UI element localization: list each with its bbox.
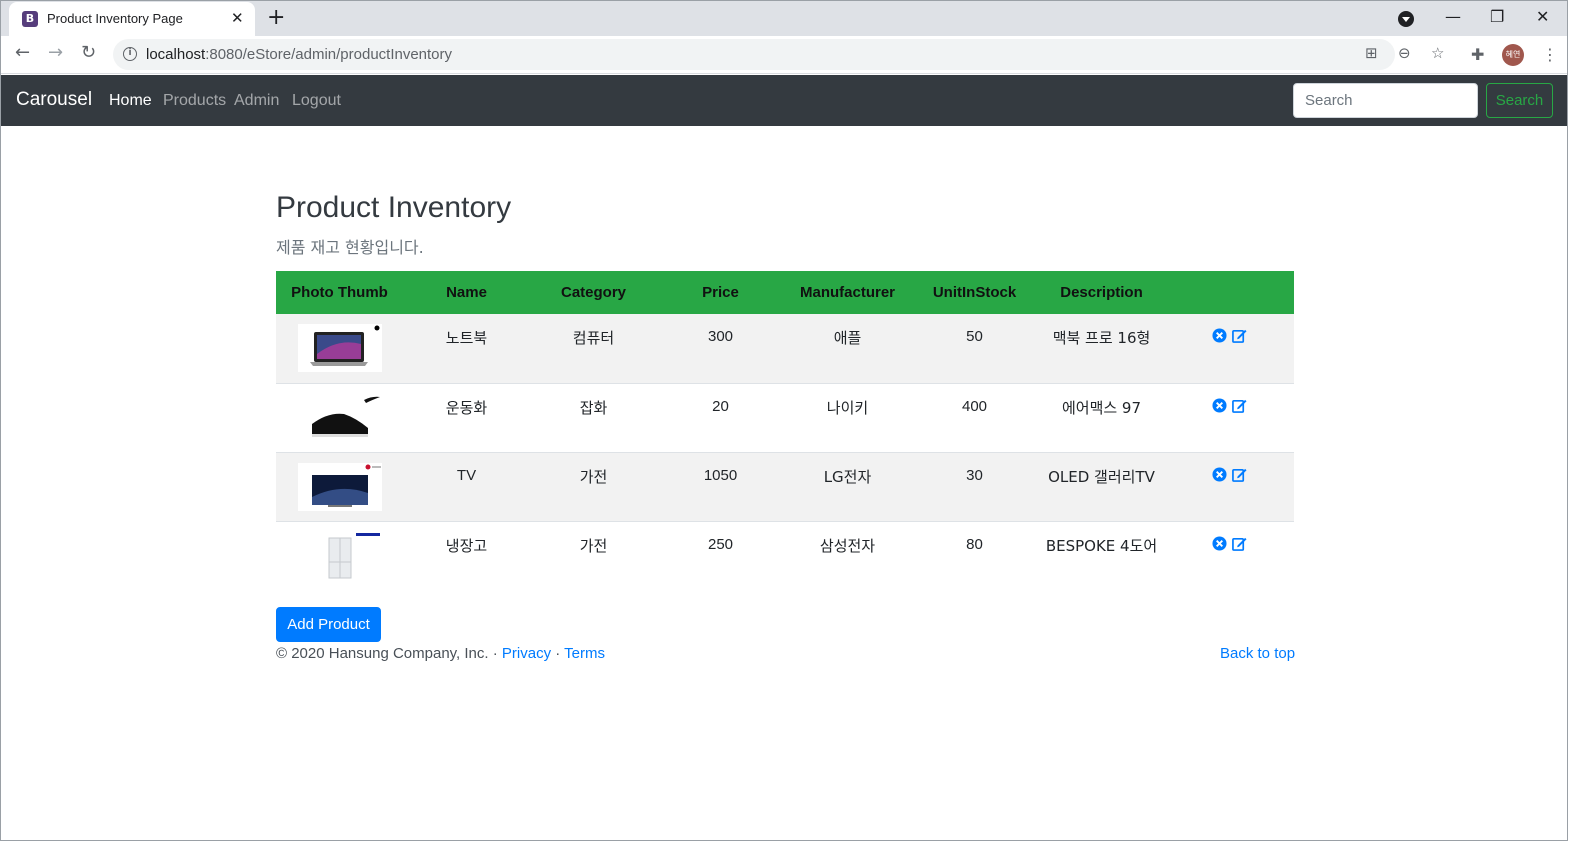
cell-name: 노트북	[403, 314, 530, 383]
cell-category: 가전	[530, 520, 657, 590]
url-text[interactable]: localhost:8080/eStore/admin/productInven…	[146, 46, 452, 63]
zoom-icon[interactable]: ⊖	[1398, 44, 1411, 62]
new-tab-icon[interactable]: +	[267, 5, 285, 30]
cell-category: 잡화	[530, 382, 657, 452]
header-manufacturer: Manufacturer	[784, 271, 911, 314]
cell-name: TV	[403, 451, 530, 521]
close-window-icon[interactable]: ✕	[1536, 7, 1549, 26]
cell-price: 1050	[657, 451, 784, 521]
search-input[interactable]	[1293, 83, 1478, 118]
cell-description: 에어맥스 97	[1038, 382, 1165, 452]
cell-description: OLED 갤러리TV	[1038, 451, 1165, 521]
bookmark-star-icon[interactable]: ☆	[1431, 44, 1444, 62]
address-bar[interactable]: i localhost:8080/eStore/admin/productInv…	[113, 39, 1444, 70]
cell-name: 냉장고	[403, 520, 530, 590]
edit-icon[interactable]	[1232, 467, 1247, 482]
cell-price: 300	[657, 314, 784, 383]
cell-manufacturer: 애플	[784, 314, 911, 383]
table-row: 냉장고 가전 250 삼성전자 80 BESPOKE 4도어	[276, 520, 1294, 590]
back-to-top-link[interactable]: Back to top	[1220, 645, 1295, 662]
thumb-cell	[276, 451, 403, 521]
edit-icon[interactable]	[1232, 536, 1247, 551]
back-arrow-icon[interactable]: ←	[15, 42, 30, 63]
nav-logout[interactable]: Logout	[292, 92, 341, 110]
reload-icon[interactable]: ↻	[81, 42, 96, 63]
delete-icon[interactable]	[1212, 466, 1227, 482]
table-header-row: Photo Thumb Name Category Price Manufact…	[276, 271, 1294, 314]
edit-icon[interactable]	[1232, 328, 1247, 343]
search-button[interactable]: Search	[1486, 83, 1553, 118]
fridge-thumbnail[interactable]	[297, 531, 382, 580]
thumb-cell	[276, 314, 403, 383]
nav-home[interactable]: Home	[109, 92, 152, 110]
thumb-cell	[276, 382, 403, 452]
privacy-link[interactable]: Privacy	[502, 645, 551, 662]
menu-kebab-icon[interactable]: ⋮	[1542, 45, 1558, 64]
add-product-button[interactable]: Add Product	[276, 607, 381, 642]
terms-link[interactable]: Terms	[564, 645, 605, 662]
sneaker-thumbnail[interactable]	[297, 393, 382, 442]
table-row: TV 가전 1050 LG전자 30 OLED 갤러리TV	[276, 451, 1294, 521]
profile-avatar[interactable]: 혜연	[1502, 44, 1524, 66]
delete-icon[interactable]	[1212, 328, 1227, 343]
cell-stock: 400	[911, 382, 1038, 452]
page-subtitle: 제품 재고 현황입니다.	[276, 238, 424, 257]
nav-admin[interactable]: Admin	[234, 92, 279, 110]
restore-icon[interactable]: ❐	[1490, 7, 1504, 26]
laptop-thumbnail[interactable]	[297, 324, 382, 372]
footer-copyright: © 2020 Hansung Company, Inc. · Privacy ·…	[276, 645, 605, 662]
extensions-icon[interactable]: ✚	[1471, 45, 1484, 64]
delete-icon[interactable]	[1212, 397, 1227, 413]
site-navbar: Carousel Home Products Admin Logout Sear…	[1, 75, 1567, 126]
thumb-cell	[276, 520, 403, 590]
header-photo: Photo Thumb	[276, 271, 403, 314]
nav-products[interactable]: Products	[163, 92, 226, 110]
header-price: Price	[657, 271, 784, 314]
tv-thumbnail[interactable]	[297, 462, 382, 511]
cell-actions	[1165, 314, 1294, 383]
browser-tab[interactable]: B Product Inventory Page ✕	[9, 2, 255, 36]
tab-strip: B Product Inventory Page ✕ + — ❐ ✕	[1, 1, 1567, 36]
bootstrap-favicon-icon: B	[22, 11, 38, 27]
minimize-icon[interactable]: —	[1445, 7, 1461, 26]
cell-stock: 30	[911, 451, 1038, 521]
cell-name: 운동화	[403, 382, 530, 452]
tab-search-icon[interactable]	[1398, 11, 1414, 27]
translate-icon[interactable]: ⊞	[1365, 44, 1378, 62]
info-icon[interactable]: i	[123, 47, 137, 61]
browser-window: B Product Inventory Page ✕ + — ❐ ✕ ← → ↻…	[0, 0, 1568, 841]
table-row: 운동화 잡화 20 나이키 400 에어맥스 97	[276, 382, 1294, 452]
cell-manufacturer: LG전자	[784, 451, 911, 521]
header-name: Name	[403, 271, 530, 314]
cell-manufacturer: 나이키	[784, 382, 911, 452]
tab-close-icon[interactable]: ✕	[231, 9, 244, 27]
cell-actions	[1165, 520, 1294, 590]
cell-price: 250	[657, 520, 784, 590]
cell-stock: 80	[911, 520, 1038, 590]
inventory-table: Photo Thumb Name Category Price Manufact…	[276, 271, 1294, 590]
cell-description: BESPOKE 4도어	[1038, 520, 1165, 590]
cell-category: 가전	[530, 451, 657, 521]
cell-stock: 50	[911, 314, 1038, 383]
navbar-brand[interactable]: Carousel	[16, 89, 92, 111]
delete-icon[interactable]	[1212, 535, 1227, 551]
forward-arrow-icon[interactable]: →	[48, 42, 63, 63]
browser-toolbar: ← → ↻ i localhost:8080/eStore/admin/prod…	[1, 36, 1567, 74]
header-actions	[1165, 271, 1294, 314]
header-description: Description	[1038, 271, 1165, 314]
cell-description: 맥북 프로 16형	[1038, 314, 1165, 383]
tab-title: Product Inventory Page	[47, 11, 183, 26]
cell-manufacturer: 삼성전자	[784, 520, 911, 590]
header-category: Category	[530, 271, 657, 314]
cell-category: 컴퓨터	[530, 314, 657, 383]
cell-actions	[1165, 451, 1294, 521]
header-stock: UnitInStock	[911, 271, 1038, 314]
page-title: Product Inventory	[276, 191, 512, 224]
cell-price: 20	[657, 382, 784, 452]
edit-icon[interactable]	[1232, 398, 1247, 413]
cell-actions	[1165, 382, 1294, 452]
table-row: 노트북 컴퓨터 300 애플 50 맥북 프로 16형	[276, 314, 1294, 383]
